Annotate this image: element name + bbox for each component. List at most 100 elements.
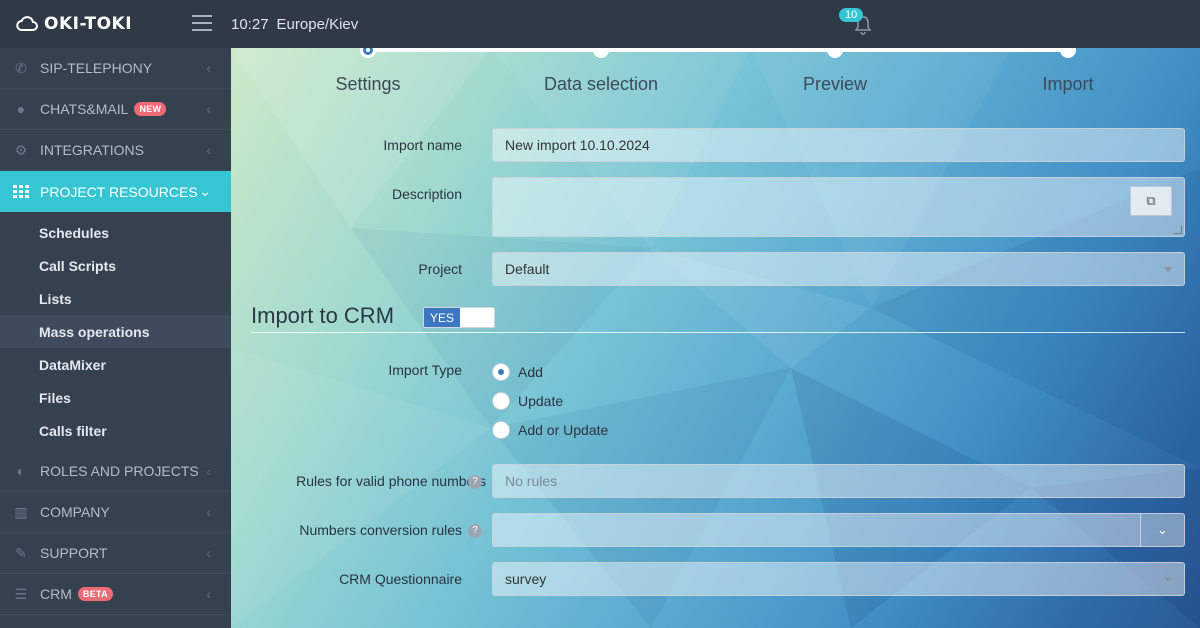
sidebar-item-label: SIP-TELEPHONY [40,60,153,76]
chevron-left-icon: ‹ [206,545,211,561]
chevron-left-icon: ‹ [206,586,211,602]
questionnaire-select-value: survey [505,571,547,587]
radio-label-add: Add [518,364,543,380]
resize-handle-icon[interactable] [1174,226,1182,234]
step-preview-dot[interactable] [827,48,843,58]
copy-icon: ⧉ [1146,193,1156,208]
cloud-icon [16,16,38,31]
questionnaire-select[interactable]: survey [492,562,1185,596]
rules-label-text: Rules for valid phone numbers [296,473,486,489]
submenu-item-schedules[interactable]: Schedules [0,216,231,249]
steps-progress-line [368,48,1068,52]
logo[interactable]: OKI-TOKI [16,12,132,36]
timezone-text: Europe/Kiev [276,16,359,33]
wrench-icon: ✎ [15,544,27,561]
radio-button[interactable] [492,421,510,439]
step-label-settings[interactable]: Settings [335,74,400,95]
radio-label-add-or-update: Add or Update [518,422,609,438]
project-select[interactable]: Default [492,252,1185,286]
questionnaire-label: CRM Questionnaire [339,571,462,587]
sidebar-item-label: CRM [40,586,72,602]
submenu-item-mass-operations[interactable]: Mass operations [0,315,231,348]
chevron-left-icon: ‹ [206,60,211,76]
chevron-left-icon: ‹ [206,463,211,479]
project-select-value: Default [505,261,550,277]
conversion-label: Numbers conversion rules [299,522,462,538]
chevron-left-icon: ‹ [206,101,211,117]
caret-down-icon [1164,267,1172,272]
wizard-steps: Settings Data selection Preview Import [231,48,1200,108]
submenu-item-calls-filter[interactable]: Calls filter [0,414,231,447]
radio-label-update: Update [518,393,564,409]
sidebar-item-project-resources[interactable]: PROJECT RESOURCES ⌄ [0,171,231,212]
notification-badge: 10 [839,8,864,22]
import-name-label: Import name [383,137,462,153]
sidebar-item-roles-projects[interactable]: ◐ ROLES AND PROJECTS ‹ [0,451,231,492]
sidebar-item-label: PROJECT RESOURCES [40,183,198,200]
toggle-on-label: YES [424,308,460,327]
sidebar-item-label: COMPANY [40,504,110,520]
sidebar-item-company[interactable]: ▥ COMPANY ‹ [0,492,231,533]
sidebar-item-label: ROLES AND PROJECTS [40,463,199,479]
sidebar-item-integrations[interactable]: ⚙ INTEGRATIONS ‹ [0,130,231,171]
radio-update[interactable]: Update [492,392,563,410]
rules-label: Rules for valid phone numbers [296,473,486,489]
logo-text: OKI-TOKI [44,14,133,34]
new-badge: NEW [134,102,167,116]
help-icon[interactable]: ? [468,475,482,489]
radio-add-or-update[interactable]: Add or Update [492,421,608,439]
step-label-data-selection[interactable]: Data selection [544,74,658,95]
import-type-label: Import Type [388,362,462,378]
sidebar-item-label: SUPPORT [40,545,108,561]
phone-icon: ✆ [15,59,27,76]
step-settings-dot[interactable] [360,48,376,58]
step-label-preview[interactable]: Preview [803,74,867,95]
time-text: 10:27 [231,16,269,33]
sidebar-item-label: INTEGRATIONS [40,142,144,158]
submenu-item-call-scripts[interactable]: Call Scripts [0,249,231,282]
help-icon[interactable]: ? [468,524,482,538]
chevron-left-icon: ‹ [206,142,211,158]
menu-toggle-icon[interactable] [192,15,212,33]
bar-chart-icon: ▥ [14,503,28,520]
list-icon: ☰ [14,585,28,602]
chat-icon: ● [16,101,26,117]
grid-icon [12,184,30,200]
sidebar-item-label: CHATS&MAIL [40,101,129,117]
sidebar-item-crm[interactable]: ☰ CRM BETA ‹ [0,574,231,615]
beta-badge: BETA [77,587,113,601]
radio-button-checked[interactable] [492,363,510,381]
gears-icon: ⚙ [14,141,28,158]
submenu-item-lists[interactable]: Lists [0,282,231,315]
rules-input[interactable]: No rules [492,464,1185,498]
copy-button[interactable]: ⧉ [1130,186,1172,216]
conversion-rules-input[interactable] [492,513,1141,547]
import-to-crm-toggle[interactable]: YES [423,307,495,328]
clock: 10:27 Europe/Kiev [231,16,358,33]
chevron-down-icon: ⌄ [199,183,211,199]
submenu-item-datamixer[interactable]: DataMixer [0,348,231,381]
section-title-import-to-crm: Import to CRM [251,303,395,328]
section-divider [251,332,1185,333]
radio-button[interactable] [492,392,510,410]
toggle-off-handle [460,308,494,327]
import-name-input[interactable]: New import 10.10.2024 [492,128,1185,162]
chevron-left-icon: ‹ [206,504,211,520]
description-textarea[interactable]: ⧉ [492,177,1185,237]
step-import-dot[interactable] [1060,48,1076,58]
description-label: Description [391,186,462,202]
step-data-selection-dot[interactable] [593,48,609,58]
submenu-project-resources: Schedules Call Scripts Lists Mass operat… [0,212,231,451]
sidebar-item-sip-telephony[interactable]: ✆ SIP-TELEPHONY ‹ [0,48,231,89]
step-label-import[interactable]: Import [1042,74,1093,95]
conversion-rules-dropdown-button[interactable]: ⌄ [1140,513,1185,547]
submenu-item-files[interactable]: Files [0,381,231,414]
caret-down-icon [1164,577,1172,582]
project-label: Project [418,261,462,277]
sidebar-item-chats-mail[interactable]: ● CHATS&MAIL NEW ‹ [0,89,231,130]
toggle-icon: ◐ [16,463,26,479]
sidebar-item-support[interactable]: ✎ SUPPORT ‹ [0,533,231,574]
top-bar: OKI-TOKI 10:27 Europe/Kiev 10 [0,0,1200,48]
radio-add[interactable]: Add [492,363,543,381]
sidebar: ✆ SIP-TELEPHONY ‹ ● CHATS&MAIL NEW ‹ ⚙ I… [0,48,231,628]
